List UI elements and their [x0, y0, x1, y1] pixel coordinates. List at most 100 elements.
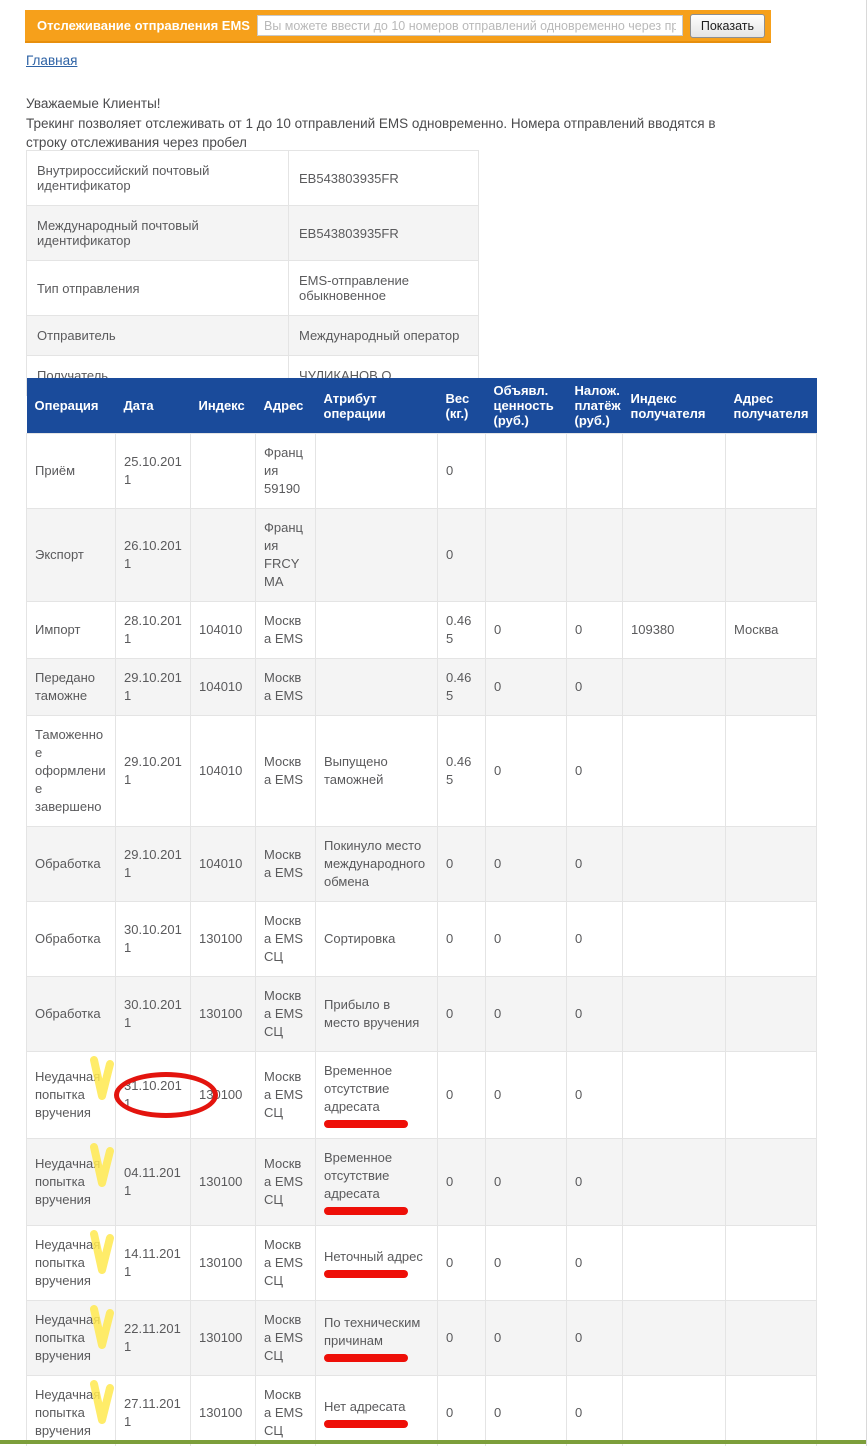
address-text: Москва EMS СЦ: [264, 988, 303, 1039]
cell-declared_value: 0: [486, 1226, 567, 1301]
cell-cod: 0: [567, 1139, 623, 1226]
address-text: Москва EMS: [264, 670, 303, 703]
cell-date: 25.10.2011: [116, 434, 191, 509]
cell-date: 29.10.2011: [116, 659, 191, 716]
cell-date: 29.10.2011: [116, 716, 191, 827]
operation-text: Таможенное оформление завершено: [35, 727, 106, 814]
cell-recipient_index: [623, 977, 726, 1052]
declared_value-text: 0: [494, 1174, 501, 1189]
cell-cod: 0: [567, 827, 623, 902]
attribute-text: По техническим причинам: [324, 1315, 420, 1348]
cell-cod: [567, 434, 623, 509]
annotation-red-underline: [324, 1207, 408, 1215]
cell-recipient_index: [623, 659, 726, 716]
cell-weight: 0.465: [438, 716, 486, 827]
index-text: 104010: [199, 763, 242, 778]
cod-text: 0: [575, 931, 582, 946]
cod-text: 0: [575, 856, 582, 871]
cell-weight: 0: [438, 434, 486, 509]
cell-cod: 0: [567, 1052, 623, 1139]
operation-text: Обработка: [35, 1006, 101, 1021]
cell-recipient_index: [623, 716, 726, 827]
cod-text: 0: [575, 763, 582, 778]
cell-attribute: [316, 509, 438, 602]
cell-operation: Импорт: [27, 602, 116, 659]
tracking-number-input[interactable]: [257, 15, 683, 36]
index-text: 130100: [199, 1087, 242, 1102]
attribute-text: Временное отсутствие адресата: [324, 1150, 392, 1201]
history-row: Приём 25.10.2011 Франция 59190 0: [27, 434, 817, 509]
cod-text: 0: [575, 1006, 582, 1021]
cell-address: Москва EMS СЦ: [256, 1301, 316, 1376]
declared_value-text: 0: [494, 856, 501, 871]
cell-cod: 0: [567, 977, 623, 1052]
cell-declared_value: 0: [486, 1139, 567, 1226]
footer-green-bar: [0, 1440, 867, 1444]
cell-recipient_address: [726, 1301, 817, 1376]
recipient_address-text: Москва: [734, 622, 778, 637]
cell-cod: 0: [567, 602, 623, 659]
cell-declared_value: 0: [486, 716, 567, 827]
cell-address: Москва EMS СЦ: [256, 1376, 316, 1446]
weight-text: 0: [446, 1330, 453, 1345]
weight-text: 0: [446, 1006, 453, 1021]
cod-text: 0: [575, 1087, 582, 1102]
index-text: 130100: [199, 1405, 242, 1420]
intro-line-2: Трекинг позволяет отслеживать от 1 до 10…: [26, 116, 716, 151]
home-link[interactable]: Главная: [26, 53, 77, 68]
summary-value: EB543803935FR: [289, 206, 479, 261]
cell-index: 130100: [191, 902, 256, 977]
cell-operation: Обработка: [27, 977, 116, 1052]
cell-declared_value: 0: [486, 902, 567, 977]
declared_value-text: 0: [494, 1405, 501, 1420]
operation-text: Приём: [35, 463, 75, 478]
cell-index: 104010: [191, 602, 256, 659]
cell-weight: 0.465: [438, 602, 486, 659]
attribute-text: Выпущено таможней: [324, 754, 388, 787]
cell-attribute: Выпущено таможней: [316, 716, 438, 827]
cell-declared_value: 0: [486, 1052, 567, 1139]
cell-attribute: [316, 659, 438, 716]
cell-index: 130100: [191, 1052, 256, 1139]
cell-attribute: Временное отсутствие адресата: [316, 1139, 438, 1226]
address-text: Москва EMS: [264, 613, 303, 646]
weight-text: 0: [446, 547, 453, 562]
column-header: Адрес получателя: [726, 378, 817, 434]
cell-recipient_address: [726, 659, 817, 716]
tracking-history-table: ОперацияДатаИндексАдресАтрибут операцииВ…: [26, 378, 817, 1446]
address-text: Москва EMS СЦ: [264, 1156, 303, 1207]
show-button[interactable]: Показать: [690, 14, 765, 38]
attribute-text: Покинуло место международного обмена: [324, 838, 425, 889]
cell-recipient_address: [726, 1052, 817, 1139]
cell-operation: Обработка: [27, 827, 116, 902]
column-header: Индекс получателя: [623, 378, 726, 434]
cell-cod: [567, 509, 623, 602]
date-text: 29.10.2011: [124, 847, 182, 880]
cell-operation: Обработка: [27, 902, 116, 977]
column-header: Вес (кг.): [438, 378, 486, 434]
cell-index: [191, 434, 256, 509]
weight-text: 0.465: [446, 613, 471, 646]
cell-operation: Передано таможне: [27, 659, 116, 716]
summary-label: Международный почтовый идентификатор: [27, 206, 289, 261]
cell-recipient_index: [623, 434, 726, 509]
cod-text: 0: [575, 1174, 582, 1189]
attribute-text: Неточный адрес: [324, 1249, 423, 1264]
cell-attribute: [316, 602, 438, 659]
cell-weight: 0: [438, 902, 486, 977]
operation-text: Передано таможне: [35, 670, 95, 703]
history-row: Импорт28.10.2011104010Москва EMS0.465001…: [27, 602, 817, 659]
operation-text: Импорт: [35, 622, 80, 637]
cell-address: Москва EMS СЦ: [256, 977, 316, 1052]
cell-weight: 0: [438, 1226, 486, 1301]
cell-date: 04.11.2011: [116, 1139, 191, 1226]
cell-address: Франция 59190: [256, 434, 316, 509]
cell-operation: Неудачная попытка вручения: [27, 1376, 116, 1446]
history-row: Неудачная попытка вручения31.10.20111301…: [27, 1052, 817, 1139]
history-row: Экспорт26.10.2011Франция FRCYMA0: [27, 509, 817, 602]
summary-value: Международный оператор: [289, 316, 479, 356]
cell-date: 29.10.2011: [116, 827, 191, 902]
date-text: 31.10.2011: [124, 1078, 182, 1111]
cell-address: Франция FRCYMA: [256, 509, 316, 602]
cell-address: Москва EMS: [256, 602, 316, 659]
